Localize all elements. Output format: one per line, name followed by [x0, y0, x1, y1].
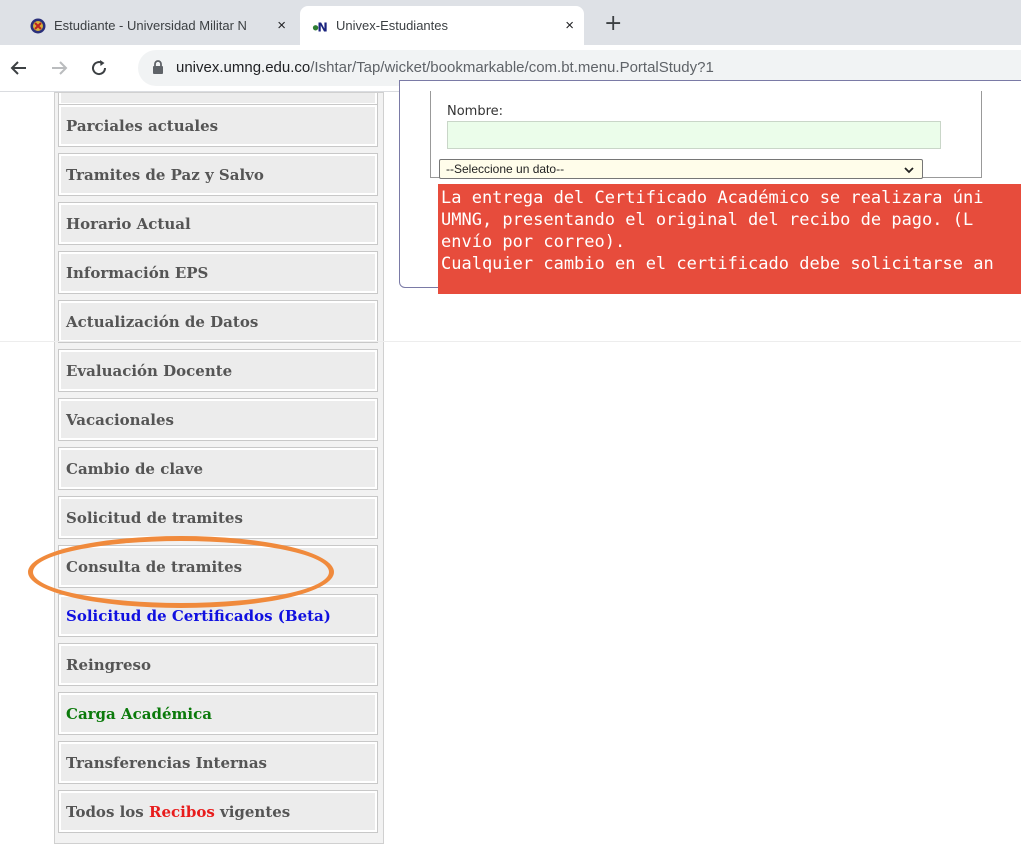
alert-line: envío por correo). — [441, 232, 626, 252]
alert-line: La entrega del Certificado Académico se … — [441, 188, 984, 208]
sidebar-item-paz-y-salvo[interactable]: Tramites de Paz y Salvo — [58, 153, 378, 196]
svg-text:N: N — [317, 19, 327, 34]
todos-prefix: Todos los — [66, 802, 149, 821]
close-icon[interactable]: × — [565, 17, 574, 34]
browser-tab-universidad[interactable]: Estudiante - Universidad Militar N × — [18, 6, 296, 45]
url-text: univex.umng.edu.co/Ishtar/Tap/wicket/boo… — [176, 59, 714, 76]
sidebar-item-hidden-top[interactable] — [58, 93, 378, 106]
sidebar-item-transferencias-internas[interactable]: Transferencias Internas — [58, 741, 378, 784]
alert-line: UMNG, presentando el original del recibo… — [441, 210, 974, 230]
sidebar-item-solicitud-tramites[interactable]: Solicitud de tramites — [58, 496, 378, 539]
sidebar-item-solicitud-certificados[interactable]: Solicitud de Certificados (Beta) — [58, 594, 378, 637]
lock-icon — [152, 60, 164, 79]
sidebar-item-cambio-clave[interactable]: Cambio de clave — [58, 447, 378, 490]
university-shield-icon — [30, 18, 46, 34]
back-arrow-icon[interactable] — [6, 55, 32, 81]
sidebar-item-carga-academica[interactable]: Carga Académica — [58, 692, 378, 735]
select-value: --Seleccione un dato-- — [446, 162, 565, 176]
url-path: /Ishtar/Tap/wicket/bookmarkable/com.bt.m… — [310, 59, 714, 76]
nombre-input[interactable] — [447, 121, 941, 149]
certificate-notice-alert: La entrega del Certificado Académico se … — [438, 184, 1021, 294]
sidebar-menu: Parciales actuales Tramites de Paz y Sal… — [54, 92, 384, 844]
close-icon[interactable]: × — [277, 17, 286, 34]
sidebar-item-actualizacion-datos[interactable]: Actualización de Datos — [58, 300, 378, 343]
form-fieldset: Nombre: --Seleccione un dato-- — [430, 91, 982, 179]
forward-arrow-icon[interactable] — [46, 55, 72, 81]
univex-logo-icon: N — [312, 18, 328, 34]
sidebar-item-horario-actual[interactable]: Horario Actual — [58, 202, 378, 245]
vigentes-suffix: vigentes — [214, 802, 291, 821]
sidebar-item-reingreso[interactable]: Reingreso — [58, 643, 378, 686]
content-divider — [0, 341, 1021, 342]
chevron-down-icon — [904, 163, 914, 177]
dato-select[interactable]: --Seleccione un dato-- — [439, 159, 923, 179]
recibos-word: Recibos — [148, 802, 215, 821]
sidebar-item-parciales-actuales[interactable]: Parciales actuales — [58, 104, 378, 147]
tab-title: Estudiante - Universidad Militar N — [54, 18, 247, 33]
sidebar-item-todos-recibos[interactable]: Todos los Recibos vigentes — [58, 790, 378, 833]
tab-title: Univex-Estudiantes — [336, 18, 448, 33]
sidebar-item-informacion-eps[interactable]: Información EPS — [58, 251, 378, 294]
new-tab-button[interactable]: + — [604, 13, 622, 35]
sidebar-item-evaluacion-docente[interactable]: Evaluación Docente — [58, 349, 378, 392]
alert-line: Cualquier cambio en el certificado debe … — [441, 254, 994, 274]
browser-tab-univex[interactable]: N Univex-Estudiantes × — [300, 6, 584, 45]
nombre-label: Nombre: — [447, 104, 504, 119]
url-host: univex.umng.edu.co — [176, 59, 311, 76]
browser-tab-strip: Estudiante - Universidad Militar N × N U… — [0, 0, 1021, 45]
reload-icon[interactable] — [86, 55, 112, 81]
sidebar-item-consulta-tramites[interactable]: Consulta de tramites — [58, 545, 378, 588]
certificate-request-panel: Nombre: --Seleccione un dato-- La entreg… — [399, 80, 1021, 294]
sidebar-item-vacacionales[interactable]: Vacacionales — [58, 398, 378, 441]
